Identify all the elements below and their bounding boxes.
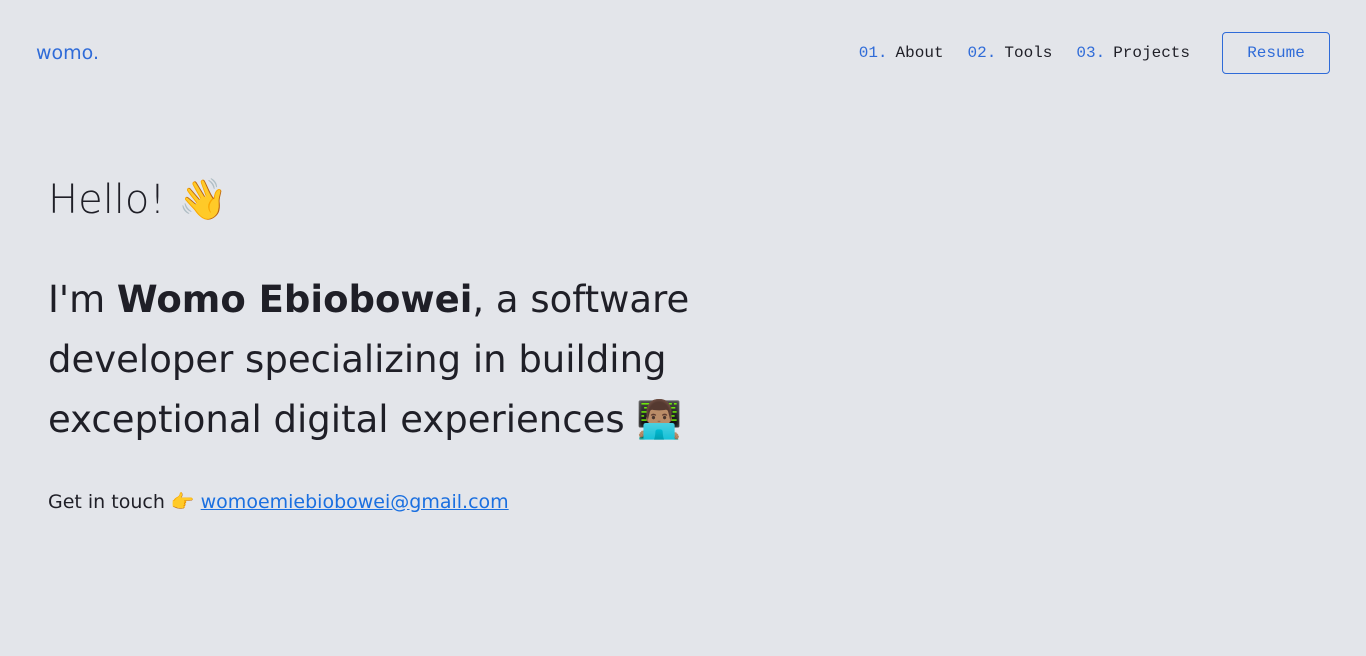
greeting-heading: Hello! 👋 [48, 170, 868, 230]
nav-number: 03. [1076, 44, 1106, 62]
site-header: womo. 01. About 02. Tools 03. Projects Resu… [0, 0, 1366, 106]
intro-text: I'm Womo Ebiobowei, a software developer… [48, 270, 868, 450]
nav-label: Projects [1113, 44, 1190, 62]
intro-prefix: I'm [48, 278, 117, 321]
nav-label: Tools [1004, 44, 1053, 62]
waving-hand-icon: 👋 [178, 177, 228, 223]
pointing-hand-icon: 👉 [170, 491, 195, 513]
nav-number: 01. [858, 44, 888, 62]
greeting-text: Hello! [48, 177, 166, 223]
email-link[interactable]: womoemiebiobowei@gmail.com [201, 491, 509, 513]
hero-section: Hello! 👋 I'm Womo Ebiobowei, a software … [48, 170, 868, 513]
nav-number: 02. [967, 44, 997, 62]
nav-label: About [895, 44, 944, 62]
developer-name: Womo Ebiobowei [116, 278, 473, 321]
nav-item-about[interactable]: 01. About [859, 44, 944, 62]
contact-prefix: Get in touch [48, 491, 165, 513]
contact-line: Get in touch 👉 womoemiebiobowei@gmail.co… [48, 490, 868, 513]
nav-item-projects[interactable]: 03. Projects [1076, 44, 1190, 62]
resume-button[interactable]: Resume [1222, 32, 1330, 74]
technologist-icon: 👨🏽‍💻 [636, 398, 683, 441]
main-nav: 01. About 02. Tools 03. Projects Resume [859, 32, 1330, 74]
nav-item-tools[interactable]: 02. Tools [968, 44, 1053, 62]
logo-link[interactable]: womo. [36, 42, 99, 64]
